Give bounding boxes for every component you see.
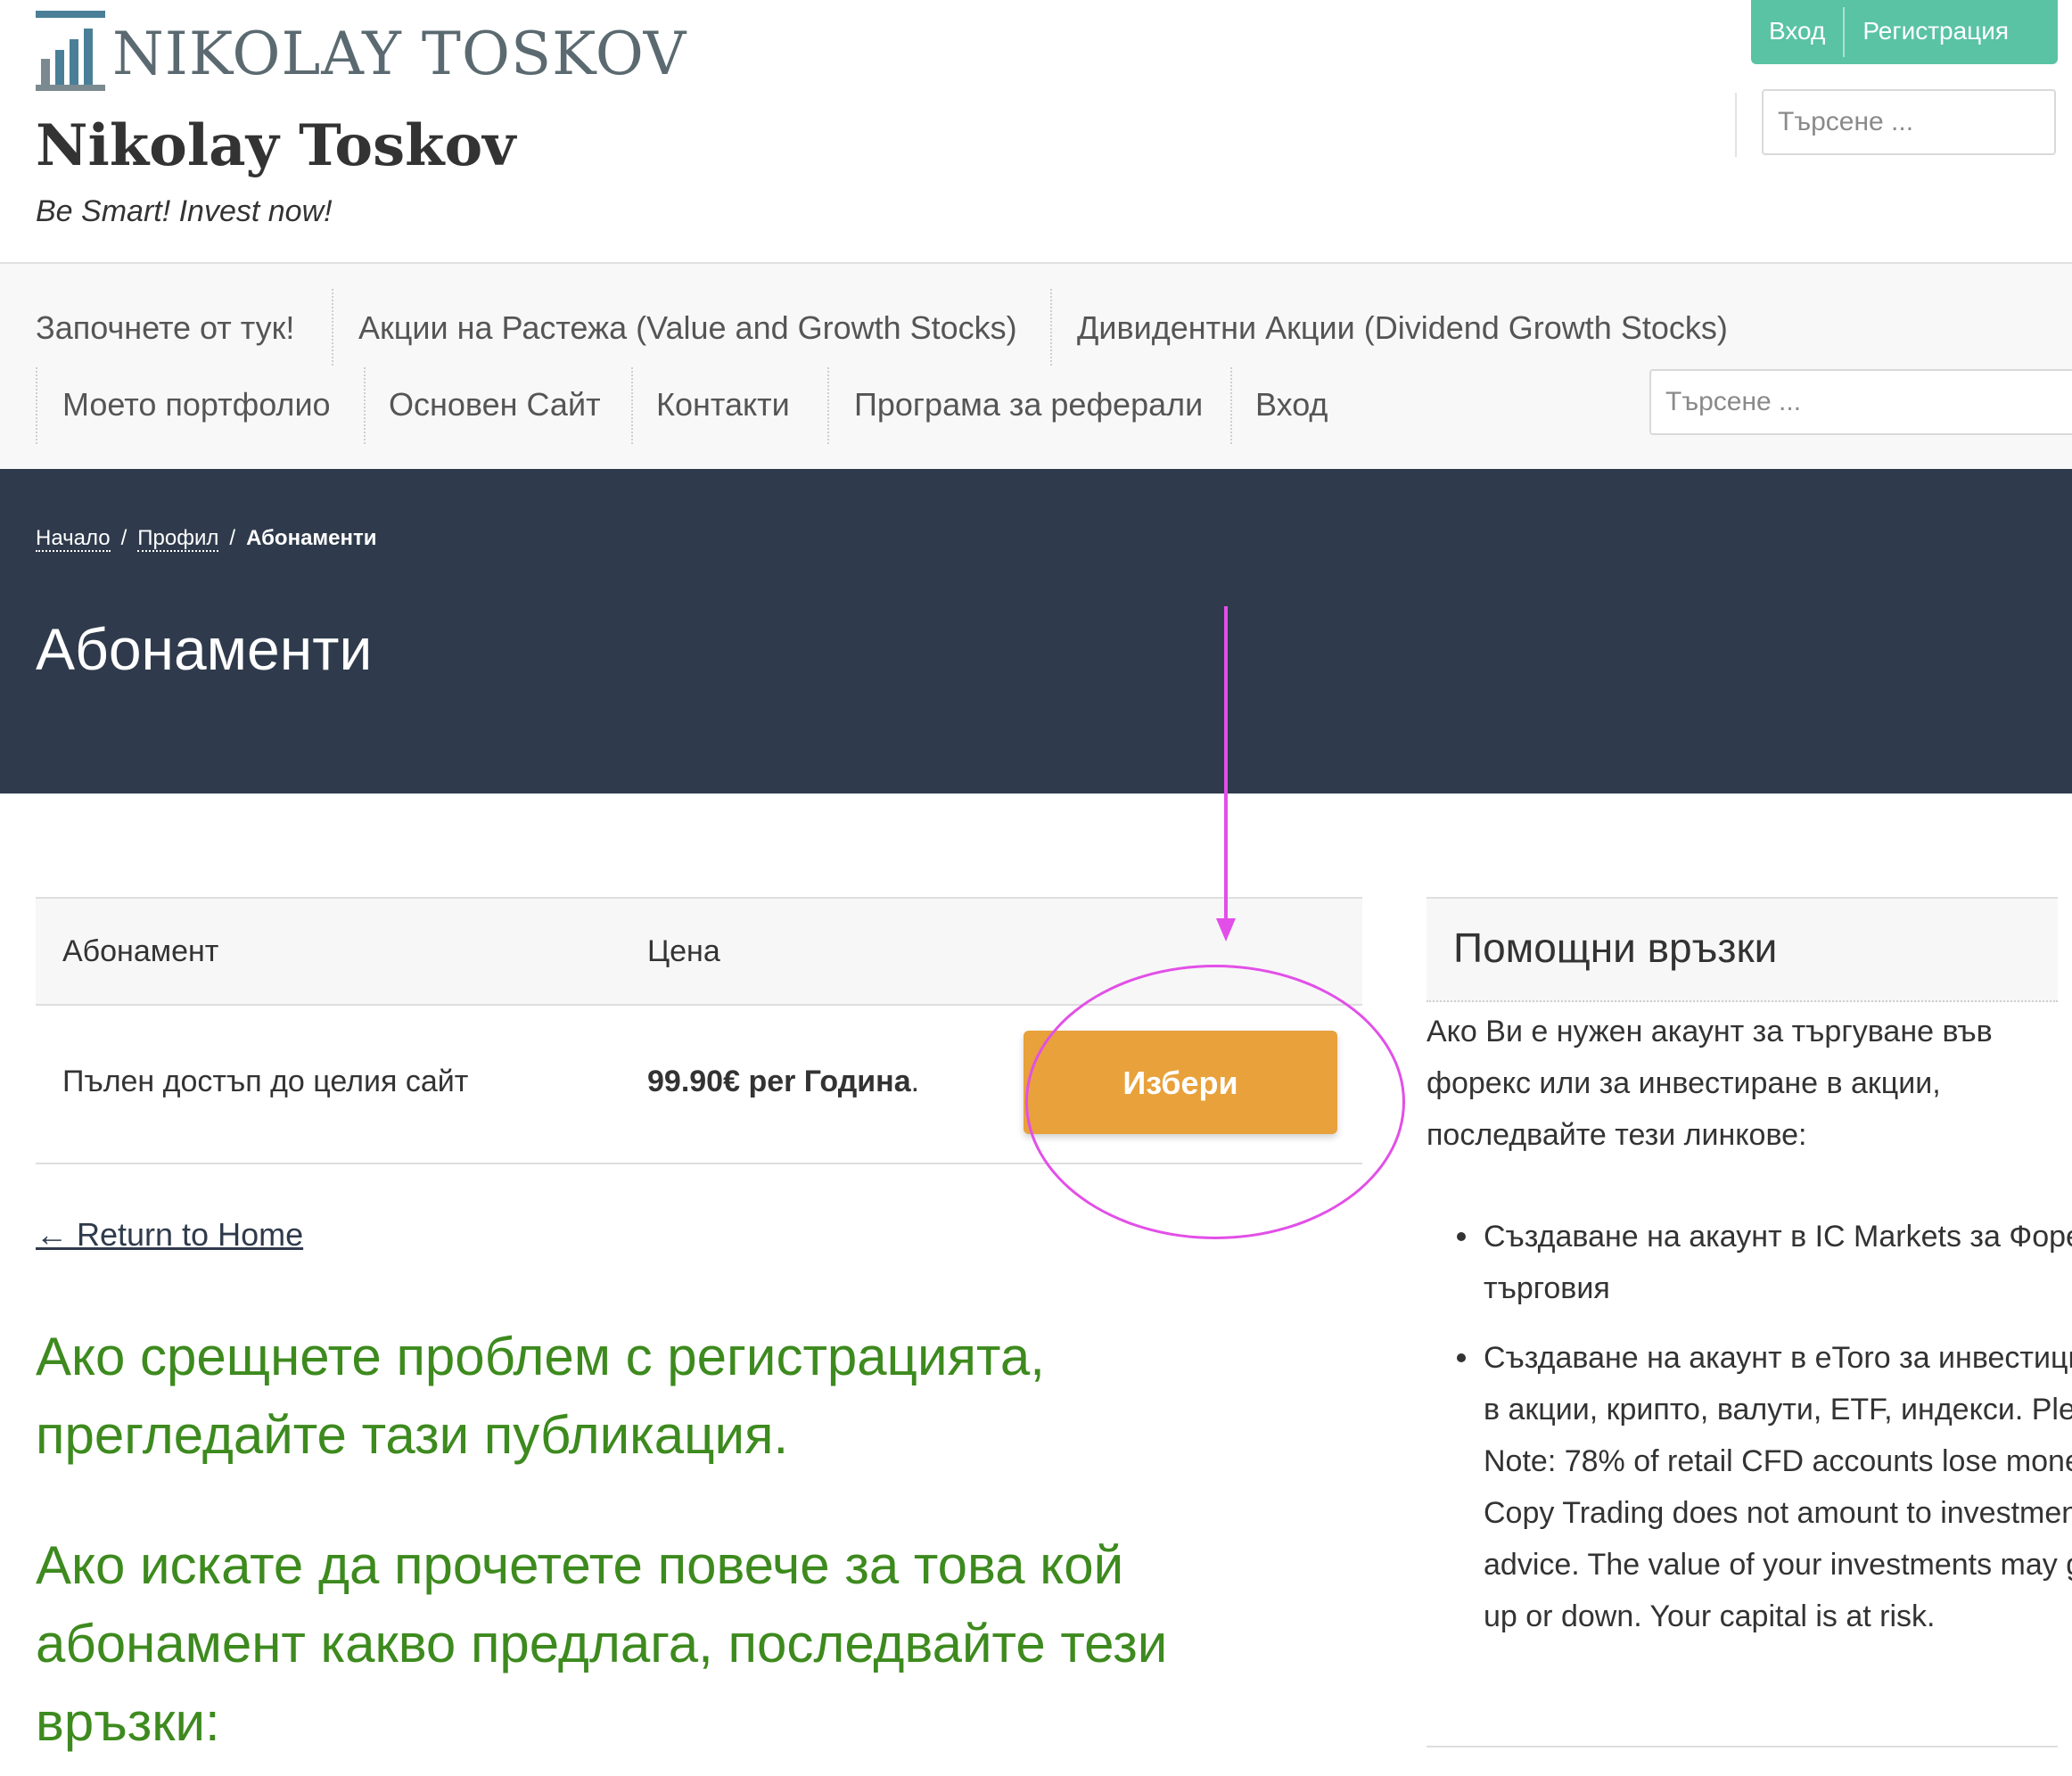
nav-search-input[interactable] (1649, 369, 2072, 435)
nav-divider (1230, 367, 1232, 444)
subscription-info-notice: Ако искате да прочетете повече за това к… (36, 1535, 1168, 1752)
nav-item-contacts[interactable]: Контакти (656, 369, 790, 440)
nav-item-referral-program[interactable]: Програма за реферали (854, 369, 1203, 440)
breadcrumb-separator: / (229, 526, 236, 550)
breadcrumb-home-link[interactable]: Начало (36, 526, 111, 552)
column-header-subscription: Абонамент (62, 934, 219, 968)
nav-item-main-site[interactable]: Основен Сайт (389, 369, 601, 440)
sidebar-title: Помощни връзки (1453, 925, 1778, 971)
nav-divider (1050, 289, 1052, 366)
site-title[interactable]: Nikolay Toskov (36, 112, 515, 179)
register-button[interactable]: Регистрация (1845, 7, 2027, 57)
site-header: NIKOLAY TOSKOV Nikolay Toskov Be Smart! … (0, 0, 2072, 264)
nav-item-dividend-stocks[interactable]: Дивидентни Акции (Dividend Growth Stocks… (1077, 292, 1728, 364)
registration-problem-notice[interactable]: Ако срещнете проблем с регистрацията, пр… (36, 1318, 1355, 1475)
nav-divider (36, 367, 37, 444)
site-tagline: Be Smart! Invest now! (36, 194, 333, 228)
subscription-price: 99.90€ per Година. (647, 1065, 919, 1099)
annotation-circle (1025, 965, 1405, 1239)
breadcrumb: Начало / Профил / Абонаменти (36, 526, 377, 552)
sidebar-links: Създаване на акаунт в IC Markets за Форе… (1427, 1211, 2072, 1660)
breadcrumb-profile-link[interactable]: Профил (137, 526, 219, 552)
price-suffix: . (910, 1065, 920, 1098)
nav-item-login[interactable]: Вход (1255, 369, 1328, 440)
breadcrumb-current: Абонаменти (246, 526, 377, 550)
login-button[interactable]: Вход (1751, 7, 1843, 57)
nav-item-growth-stocks[interactable]: Акции на Растежа (Value and Growth Stock… (358, 292, 1017, 364)
nav-item-start-here[interactable]: Започнете от тук! (36, 292, 294, 364)
nav-divider (631, 367, 633, 444)
page-title: Абонаменти (36, 616, 373, 682)
annotation-arrow-head-icon (1216, 918, 1236, 941)
return-to-home-link[interactable]: ← Return to Home (36, 1216, 303, 1254)
nav-divider (332, 289, 333, 366)
header-divider (1735, 93, 1737, 157)
sidebar-link-etoro[interactable]: Създаване на акаунт в eToro за инвестици… (1457, 1332, 2072, 1642)
sidebar-intro: Ако Ви е нужен акаунт за търгуване във ф… (1427, 1015, 1993, 1152)
nav-divider (827, 367, 829, 444)
price-value: 99.90€ per Година (647, 1065, 911, 1098)
sidebar-divider (1427, 1746, 2058, 1747)
subscription-name: Пълен достъп до целия сайт (62, 1065, 469, 1098)
header-search-input[interactable] (1762, 89, 2056, 155)
column-header-price: Цена (647, 934, 720, 968)
nav-divider (364, 367, 366, 444)
nav-item-my-portfolio[interactable]: Моето портфолио (62, 369, 331, 440)
logo-text: NIKOLAY TOSKOV (112, 20, 687, 88)
annotation-arrow-line (1224, 606, 1228, 920)
breadcrumb-separator: / (120, 526, 127, 550)
auth-buttons: Вход Регистрация (1751, 0, 2058, 64)
logo-chart-icon (36, 11, 105, 91)
site-logo[interactable]: NIKOLAY TOSKOV (36, 11, 687, 93)
sidebar-link-ic-markets[interactable]: Създаване на акаунт в IC Markets за Форе… (1457, 1211, 2072, 1314)
